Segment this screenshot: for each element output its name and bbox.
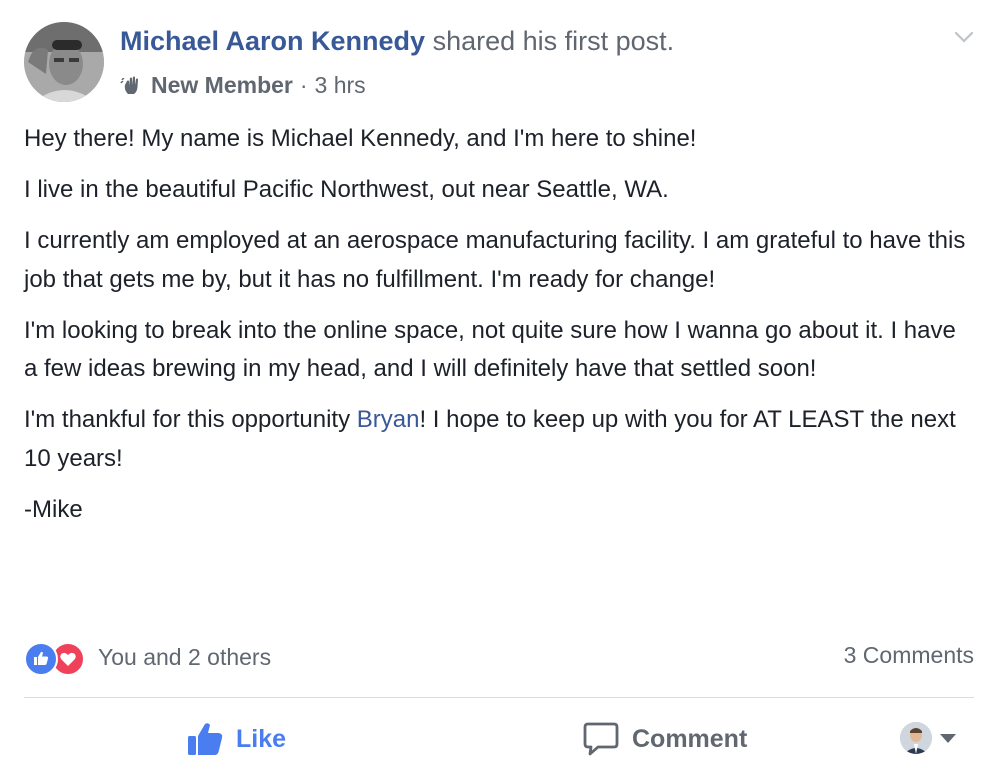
group-post: Michael Aaron Kennedy shared his first p… bbox=[0, 0, 996, 778]
like-button[interactable]: Like bbox=[186, 716, 286, 762]
member-badge[interactable]: New Member bbox=[151, 72, 293, 99]
caret-down-icon[interactable] bbox=[940, 733, 956, 743]
paragraph-text: I'm thankful for this opportunity bbox=[24, 406, 357, 433]
viewer-avatar bbox=[900, 722, 932, 754]
comment-button[interactable]: Comment bbox=[582, 716, 747, 762]
author-name-link[interactable]: Michael Aaron Kennedy bbox=[120, 26, 425, 56]
post-timestamp[interactable]: 3 hrs bbox=[315, 72, 366, 99]
post-signature: -Mike bbox=[24, 495, 83, 523]
reaction-icons[interactable] bbox=[24, 640, 88, 676]
mention-link[interactable]: Bryan bbox=[357, 406, 420, 433]
like-reaction-icon bbox=[24, 642, 58, 676]
comment-bubble-icon bbox=[583, 722, 619, 756]
comments-count-link[interactable]: 3 Comments bbox=[844, 642, 974, 669]
author-action-text: shared his first post. bbox=[425, 26, 675, 56]
post-body: Hey there! My name is Michael Kennedy, a… bbox=[24, 120, 974, 542]
reactions-summary[interactable]: You and 2 others bbox=[24, 640, 271, 676]
post-meta: New Member · 3 hrs bbox=[120, 72, 366, 99]
thumbs-up-icon bbox=[188, 723, 223, 755]
post-paragraph: I currently am employed at an aerospace … bbox=[24, 227, 966, 293]
meta-separator: · bbox=[299, 72, 308, 98]
chevron-down-icon[interactable] bbox=[954, 30, 974, 44]
wave-hand-icon bbox=[120, 74, 144, 98]
post-paragraph: I'm thankful for this opportunity Bryan!… bbox=[24, 401, 974, 478]
like-button-label: Like bbox=[236, 724, 287, 753]
divider bbox=[24, 697, 974, 698]
post-paragraph: I live in the beautiful Pacific Northwes… bbox=[24, 176, 669, 203]
author-avatar[interactable] bbox=[24, 22, 104, 102]
comment-button-label: Comment bbox=[632, 724, 748, 753]
post-paragraph: Hey there! My name is Michael Kennedy, a… bbox=[24, 125, 697, 152]
post-as-selector[interactable] bbox=[900, 722, 956, 754]
author-line: Michael Aaron Kennedy shared his first p… bbox=[120, 26, 674, 57]
post-paragraph: I'm looking to break into the online spa… bbox=[24, 316, 956, 383]
reaction-summary-text[interactable]: You and 2 others bbox=[98, 644, 271, 671]
